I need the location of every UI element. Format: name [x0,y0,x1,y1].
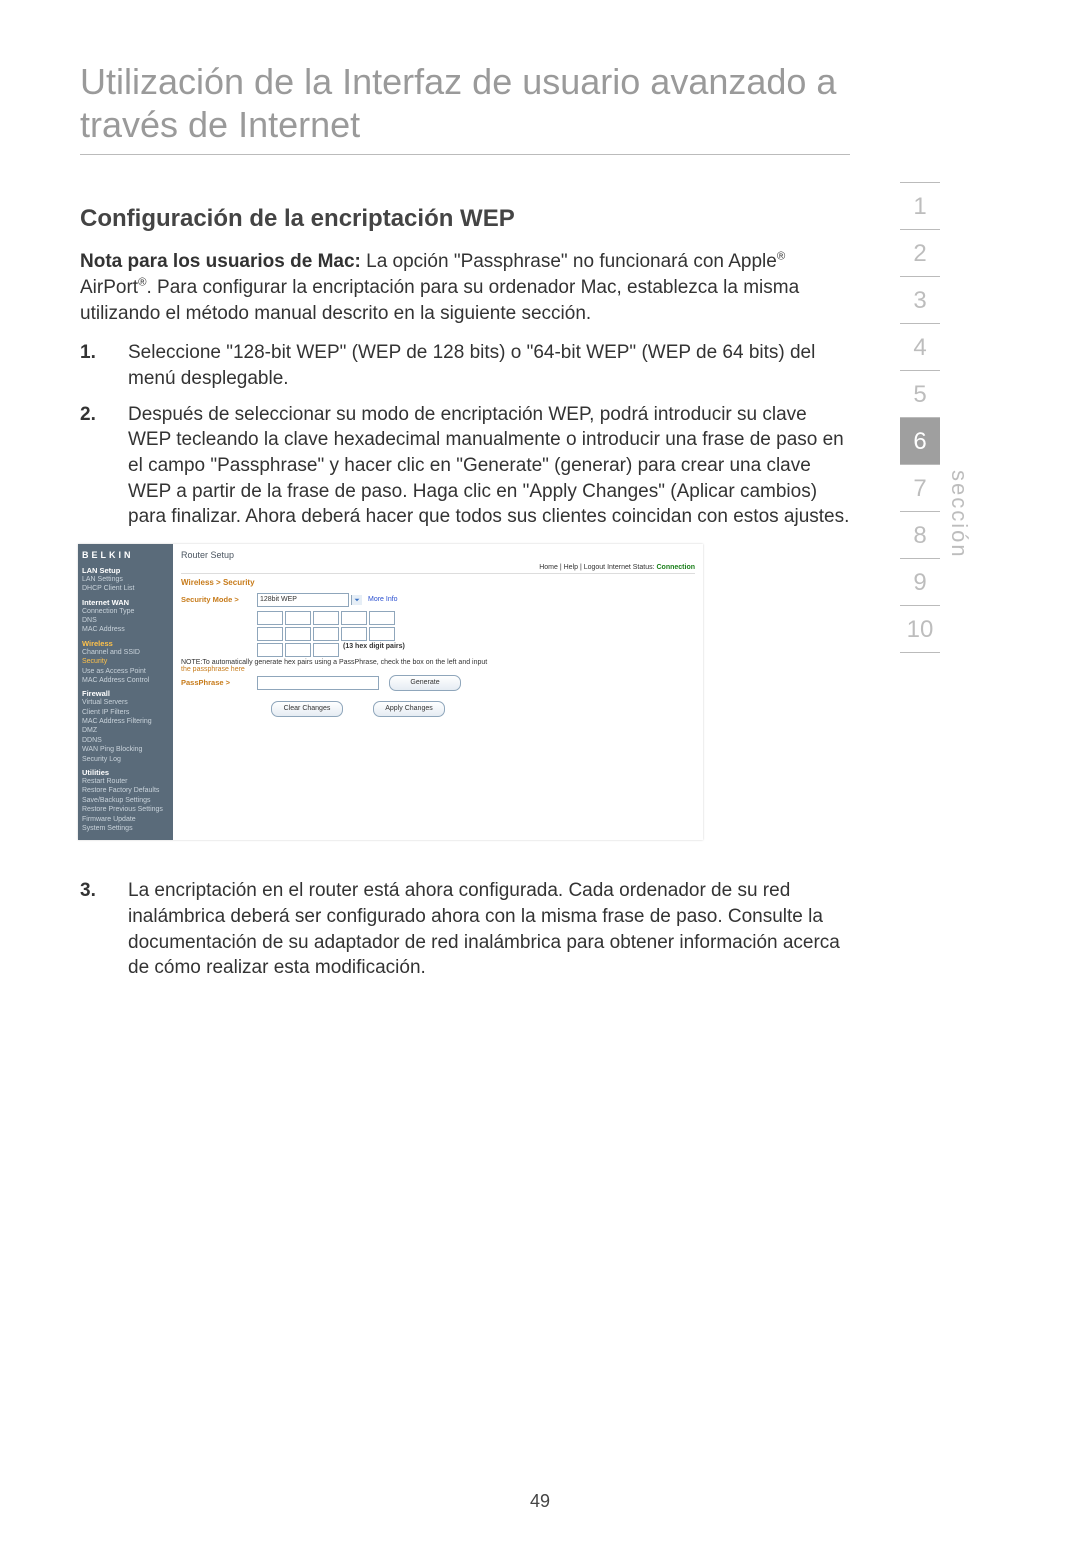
more-info-link[interactable]: More Info [368,596,398,603]
hex-input[interactable] [285,611,311,625]
steps-list: 1. Seleccione "128-bit WEP" (WEP de 128 … [80,340,850,529]
hex-input[interactable] [369,611,395,625]
hex-input[interactable] [257,643,283,657]
sidebar-item[interactable]: Restart Router [82,778,169,786]
mac-note: Nota para los usuarios de Mac: La opción… [80,249,850,326]
hex-input[interactable] [313,643,339,657]
page-title: Utilización de la Interfaz de usuario av… [80,60,850,155]
subtitle: Configuración de la encriptación WEP [80,205,850,233]
hex-input[interactable] [257,611,283,625]
hex-input[interactable] [285,643,311,657]
sidebar-item[interactable]: Connection Type [82,608,169,616]
hex-key-grid: (13 hex digit pairs) [257,611,695,657]
apply-changes-button[interactable]: Apply Changes [373,701,445,717]
sidebar-item[interactable]: LAN Settings [82,576,169,584]
step-text: Seleccione "128-bit WEP" (WEP de 128 bit… [128,340,850,391]
sidebar-group: Firewall [82,689,169,698]
section-tab-8[interactable]: 8 [900,512,940,559]
reg-mark-icon: ® [777,251,785,263]
breadcrumb: Wireless > Security [181,578,695,587]
section-tab-3[interactable]: 3 [900,277,940,324]
sidebar-group: Utilities [82,768,169,777]
sidebar-group: Wireless [82,639,169,648]
step-2: 2. Después de seleccionar su modo de enc… [80,402,850,530]
router-screenshot: BELKIN LAN SetupLAN SettingsDHCP Client … [78,544,703,841]
security-mode-label: Security Mode > [181,595,257,604]
hex-input[interactable] [341,611,367,625]
generate-button[interactable]: Generate [389,675,461,691]
sidebar-item[interactable]: Restore Previous Settings [82,806,169,814]
step-3: 3. La encriptación en el router está aho… [80,878,850,981]
section-tab-2[interactable]: 2 [900,230,940,277]
hex-input[interactable] [369,627,395,641]
sidebar-item[interactable]: Save/Backup Settings [82,797,169,805]
hex-input[interactable] [313,611,339,625]
step-1: 1. Seleccione "128-bit WEP" (WEP de 128 … [80,340,850,391]
sidebar-item[interactable]: MAC Address Filtering [82,718,169,726]
passphrase-input[interactable] [257,676,379,690]
section-label: sección [946,470,972,559]
hex-pairs-note: (13 hex digit pairs) [343,643,405,657]
note-line2: the passphrase here [181,666,245,673]
router-top-links: Home | Help | Logout Internet Status: Co… [181,564,695,574]
section-tab-4[interactable]: 4 [900,324,940,371]
internet-status-value: Connection [657,564,696,571]
hex-input[interactable] [257,627,283,641]
clear-changes-button[interactable]: Clear Changes [271,701,343,717]
hex-input[interactable] [341,627,367,641]
sidebar-item[interactable]: System Settings [82,825,169,833]
mac-note-label: Nota para los usuarios de Mac: [80,251,361,272]
steps-list-cont: 3. La encriptación en el router está aho… [80,878,850,981]
security-mode-select[interactable]: 128bit WEP [257,593,349,607]
sidebar-item[interactable]: DHCP Client List [82,585,169,593]
step-text: La encriptación en el router está ahora … [128,878,850,981]
passphrase-label: PassPhrase > [181,678,257,687]
note-line1: NOTE:To automatically generate hex pairs… [181,659,487,666]
sidebar-item[interactable]: WAN Ping Blocking [82,746,169,754]
sidebar-item[interactable]: Client IP Filters [82,709,169,717]
step-text: Después de seleccionar su modo de encrip… [128,402,850,530]
section-tab-1[interactable]: 1 [900,182,940,230]
step-number: 2. [80,402,128,530]
chevron-down-icon[interactable] [351,595,362,605]
mac-note-text-2: AirPort [80,277,138,298]
hex-input[interactable] [285,627,311,641]
sidebar-item[interactable]: Firmware Update [82,816,169,824]
sidebar-item[interactable]: Security Log [82,756,169,764]
security-mode-value: 128bit WEP [260,596,297,603]
sidebar-item[interactable]: DMZ [82,727,169,735]
sidebar-item[interactable]: Virtual Servers [82,699,169,707]
section-tabs: 1 2 3 4 5 6 7 8 9 10 [900,182,940,653]
mac-note-text-3: . Para configurar la encriptación para s… [80,277,799,324]
step-number: 3. [80,878,128,981]
sidebar-item[interactable]: Channel and SSID [82,649,169,657]
sidebar-group: LAN Setup [82,566,169,575]
sidebar-item[interactable]: MAC Address [82,626,169,634]
sidebar-item[interactable]: Security [82,658,169,666]
mac-note-text-1: La opción "Passphrase" no funcionará con… [361,251,777,272]
step-number: 1. [80,340,128,391]
section-tab-7[interactable]: 7 [900,465,940,512]
sidebar-item[interactable]: Restore Factory Defaults [82,787,169,795]
sidebar-group: Internet WAN [82,598,169,607]
sidebar-item[interactable]: DNS [82,617,169,625]
section-tab-9[interactable]: 9 [900,559,940,606]
section-tab-10[interactable]: 10 [900,606,940,653]
router-main: Router Setup Home | Help | Logout Intern… [173,544,703,841]
sidebar-groups: LAN SetupLAN SettingsDHCP Client List Int… [82,566,169,834]
sidebar-item[interactable]: DDNS [82,737,169,745]
brand-logo: BELKIN [82,550,169,560]
sidebar-item[interactable]: MAC Address Control [82,677,169,685]
section-tab-5[interactable]: 5 [900,371,940,418]
section-tab-6[interactable]: 6 [900,418,940,465]
hex-input[interactable] [313,627,339,641]
sidebar-item[interactable]: Use as Access Point [82,668,169,676]
router-header: Router Setup [181,550,695,564]
page-number: 49 [0,1491,1080,1512]
router-sidebar: BELKIN LAN SetupLAN SettingsDHCP Client … [78,544,173,841]
passphrase-note: NOTE:To automatically generate hex pairs… [181,659,695,673]
top-links-text[interactable]: Home | Help | Logout Internet Status: [539,564,654,571]
